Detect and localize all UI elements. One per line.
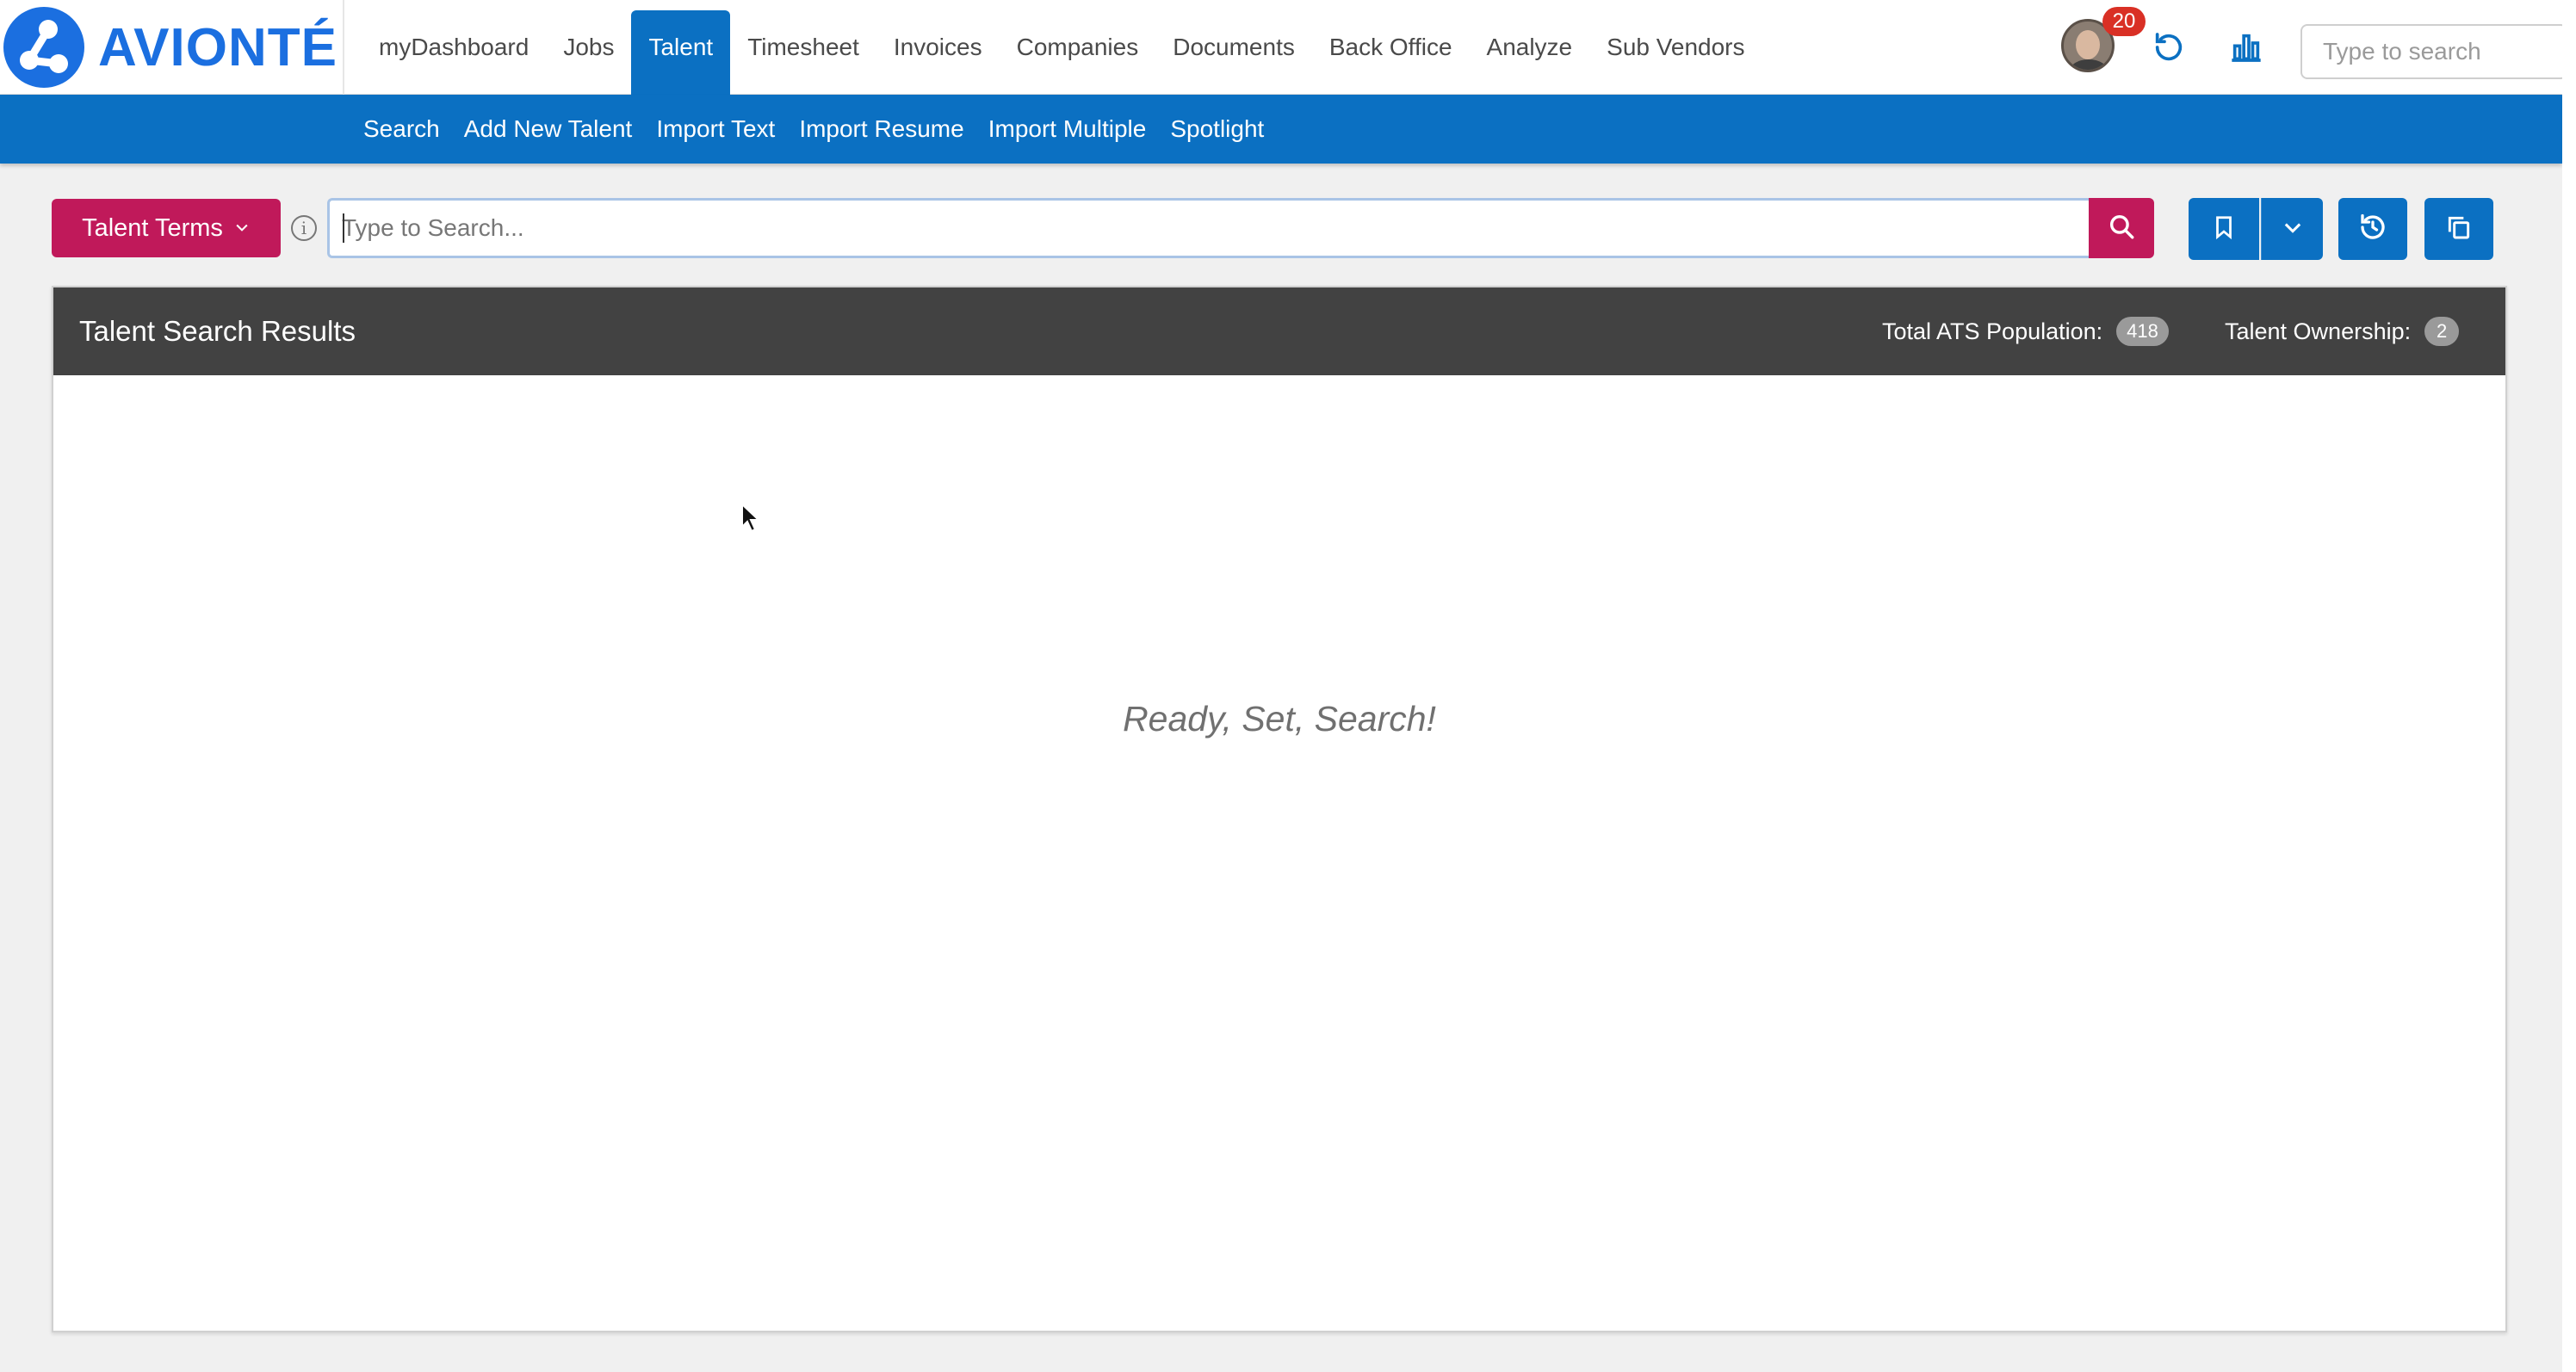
- info-icon[interactable]: i: [291, 215, 317, 241]
- notification-badge[interactable]: 20: [2102, 7, 2146, 36]
- logo-text: AVIONTÉ: [98, 17, 337, 77]
- nav-item-talent[interactable]: Talent: [631, 10, 731, 95]
- save-search-button[interactable]: [2189, 198, 2259, 260]
- subnav-item-import-text[interactable]: Import Text: [644, 115, 787, 143]
- search-results-panel: Talent Search Results Total ATS Populati…: [52, 286, 2507, 1332]
- talent-ownership-stat: Talent Ownership: 2: [2225, 287, 2460, 375]
- sub-navbar: Search Add New Talent Import Text Import Re…: [0, 95, 2562, 164]
- results-title: Talent Search Results: [79, 315, 356, 347]
- text-caret: [343, 213, 344, 243]
- nav-item-jobs[interactable]: Jobs: [546, 0, 631, 95]
- bar-chart-icon[interactable]: [2225, 26, 2268, 69]
- nav-item-back-office[interactable]: Back Office: [1312, 0, 1470, 95]
- results-header: Talent Search Results Total ATS Populati…: [53, 287, 2505, 375]
- copy-button[interactable]: [2424, 198, 2493, 260]
- empty-state-message: Ready, Set, Search!: [1123, 699, 1436, 739]
- chevron-down-icon: [233, 214, 251, 243]
- mouse-cursor-icon: [740, 502, 761, 538]
- subnav-item-search[interactable]: Search: [351, 115, 452, 143]
- bookmark-icon: [2211, 213, 2237, 246]
- subnav-item-import-resume[interactable]: Import Resume: [787, 115, 975, 143]
- nav-item-sub-vendors[interactable]: Sub Vendors: [1589, 0, 1762, 95]
- talent-ownership-label: Talent Ownership:: [2225, 318, 2412, 344]
- logo[interactable]: AVIONTÉ: [3, 5, 339, 90]
- nav-item-invoices[interactable]: Invoices: [876, 0, 1000, 95]
- search-icon: [2107, 212, 2136, 245]
- global-search-input[interactable]: Type to search: [2300, 24, 2567, 79]
- sub-nav: Search Add New Talent Import Text Import Re…: [351, 95, 1276, 164]
- nav-item-timesheet[interactable]: Timesheet: [730, 0, 876, 95]
- saved-searches-dropdown[interactable]: [2261, 198, 2323, 260]
- nav-item-analyze[interactable]: Analyze: [1470, 0, 1590, 95]
- ats-population-count: 418: [2116, 317, 2169, 346]
- talent-search-input[interactable]: [327, 198, 2090, 258]
- nav-item-companies[interactable]: Companies: [1000, 0, 1156, 95]
- ats-population-label: Total ATS Population:: [1882, 318, 2103, 344]
- logo-divider: [343, 0, 344, 95]
- history-icon: [2357, 212, 2388, 247]
- main-nav: myDashboard Jobs Talent Timesheet Invoices Co…: [362, 0, 1762, 95]
- subnav-item-import-multiple[interactable]: Import Multiple: [976, 115, 1159, 143]
- ats-population-stat: Total ATS Population: 418: [1882, 287, 2169, 375]
- talent-ownership-count: 2: [2424, 317, 2460, 346]
- copy-icon: [2445, 213, 2473, 245]
- subnav-item-spotlight[interactable]: Spotlight: [1158, 115, 1276, 143]
- search-history-button[interactable]: [2338, 198, 2407, 260]
- top-navbar: AVIONTÉ myDashboard Jobs Talent Timesheet In…: [0, 0, 2567, 95]
- nav-item-mydashboard[interactable]: myDashboard: [362, 0, 546, 95]
- talent-terms-dropdown[interactable]: Talent Terms: [52, 199, 281, 257]
- avionte-logo-icon: [3, 7, 84, 88]
- subnav-item-add-new-talent[interactable]: Add New Talent: [452, 115, 645, 143]
- window-edge: [2562, 0, 2576, 1372]
- search-button[interactable]: [2089, 198, 2154, 258]
- refresh-icon[interactable]: [2147, 26, 2190, 69]
- nav-item-documents[interactable]: Documents: [1155, 0, 1312, 95]
- chevron-down-icon: [2281, 215, 2305, 244]
- talent-terms-label: Talent Terms: [82, 213, 223, 242]
- global-search-placeholder: Type to search: [2323, 38, 2481, 65]
